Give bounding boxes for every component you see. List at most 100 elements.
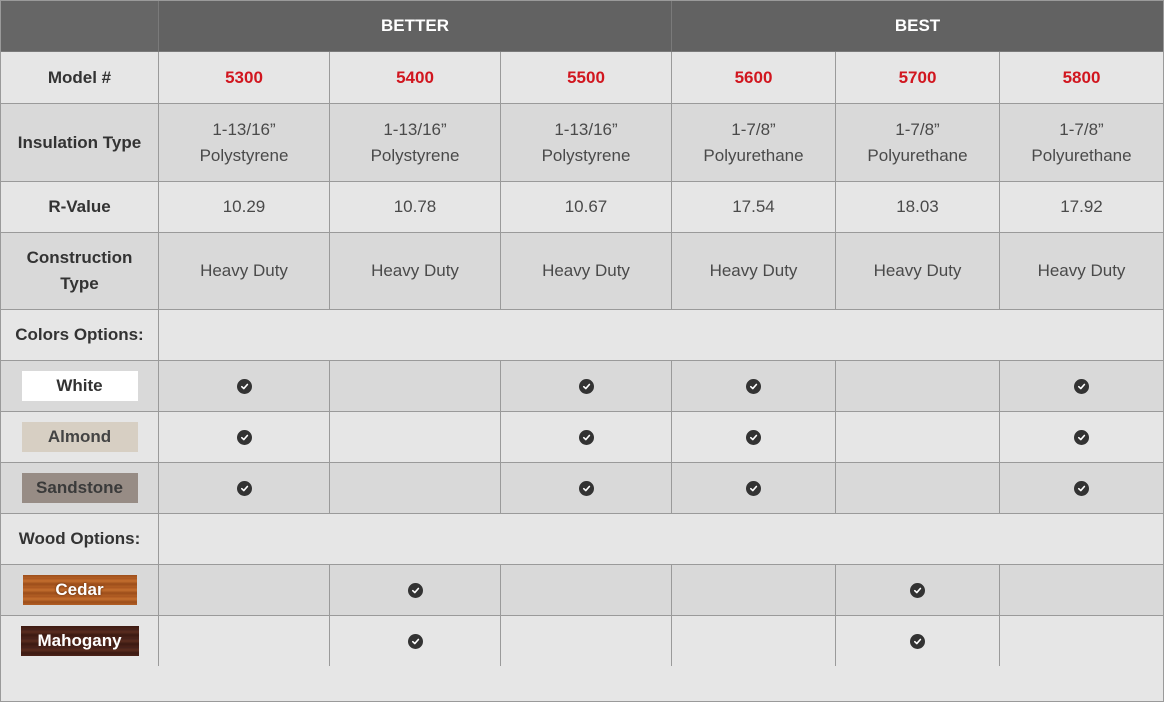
insulation-thickness: 1-7/8”	[731, 119, 776, 139]
availability-cell	[672, 463, 836, 514]
availability-cell	[159, 565, 330, 616]
model-5700: 5700	[836, 52, 1000, 104]
option-swatch-cell: Sandstone	[1, 463, 159, 514]
construction-cell: Heavy Duty	[159, 233, 330, 310]
rvalue-cell: 10.78	[330, 182, 501, 233]
tier-best: BEST	[672, 1, 1163, 52]
availability-cell	[672, 412, 836, 463]
insulation-material: Polyurethane	[1031, 145, 1132, 165]
rvalue-cell: 17.92	[1000, 182, 1163, 233]
construction-cell: Heavy Duty	[836, 233, 1000, 310]
construction-cell: Heavy Duty	[672, 233, 836, 310]
check-circle-icon	[1074, 378, 1089, 394]
check-circle-icon	[1074, 429, 1089, 445]
availability-cell	[330, 565, 501, 616]
model-5600: 5600	[672, 52, 836, 104]
availability-cell	[501, 463, 672, 514]
availability-cell	[836, 463, 1000, 514]
option-swatch: Almond	[21, 422, 138, 452]
insulation-thickness: 1-13/16”	[383, 119, 447, 139]
colors-section-label: Colors Options:	[1, 310, 159, 361]
insulation-material: Polystyrene	[541, 145, 631, 165]
option-swatch-cell: Mahogany	[1, 616, 159, 667]
check-circle-icon	[746, 429, 761, 445]
header-blank-cell	[1, 1, 159, 52]
wood-section-row: Wood Options:	[1, 514, 1163, 565]
check-circle-icon	[407, 582, 423, 598]
tier-better: BETTER	[159, 1, 672, 52]
check-circle-icon	[578, 480, 594, 496]
construction-cell: Heavy Duty	[1000, 233, 1163, 310]
model-5500: 5500	[501, 52, 672, 104]
insulation-cell: 1-13/16” Polystyrene	[501, 104, 672, 182]
rvalue-row: R-Value 10.29 10.78 10.67 17.54 18.03 17…	[1, 182, 1163, 233]
option-row: Cedar	[1, 565, 1163, 616]
insulation-thickness: 1-13/16”	[554, 119, 618, 139]
availability-cell	[330, 361, 501, 412]
insulation-cell: 1-7/8” Polyurethane	[836, 104, 1000, 182]
tier-header-row: BETTER BEST	[1, 1, 1163, 52]
construction-label-line1: Construction	[26, 248, 133, 267]
availability-cell	[501, 412, 672, 463]
construction-cell: Heavy Duty	[501, 233, 672, 310]
availability-cell	[836, 412, 1000, 463]
insulation-thickness: 1-7/8”	[1059, 119, 1104, 139]
availability-cell	[330, 616, 501, 667]
availability-cell	[330, 463, 501, 514]
availability-cell	[672, 565, 836, 616]
insulation-thickness: 1-13/16”	[212, 119, 276, 139]
model-5800: 5800	[1000, 52, 1163, 104]
availability-cell	[1000, 463, 1163, 514]
colors-section-row: Colors Options:	[1, 310, 1163, 361]
construction-label-line2: Type	[60, 274, 99, 293]
option-swatch-cell: White	[1, 361, 159, 412]
insulation-material: Polystyrene	[199, 145, 289, 165]
check-circle-icon	[236, 378, 252, 394]
check-circle-icon	[1074, 480, 1089, 496]
option-swatch: Cedar	[22, 575, 137, 605]
option-swatch: Sandstone	[21, 473, 138, 503]
rvalue-label: R-Value	[1, 182, 159, 233]
construction-label: Construction Type	[1, 233, 159, 310]
wood-section-spacer	[159, 514, 1163, 565]
availability-cell	[1000, 565, 1163, 616]
availability-cell	[159, 616, 330, 667]
insulation-material: Polyurethane	[703, 145, 804, 165]
check-circle-icon	[910, 582, 925, 598]
model-5300: 5300	[159, 52, 330, 104]
check-circle-icon	[746, 480, 761, 496]
insulation-cell: 1-13/16” Polystyrene	[330, 104, 501, 182]
availability-cell	[501, 616, 672, 667]
rvalue-cell: 17.54	[672, 182, 836, 233]
check-circle-icon	[407, 633, 423, 649]
option-row: White	[1, 361, 1163, 412]
availability-cell	[672, 361, 836, 412]
check-circle-icon	[746, 378, 761, 394]
model-5400: 5400	[330, 52, 501, 104]
insulation-cell: 1-7/8” Polyurethane	[672, 104, 836, 182]
availability-cell	[1000, 361, 1163, 412]
availability-cell	[330, 412, 501, 463]
insulation-material: Polyurethane	[867, 145, 968, 165]
wood-section-label: Wood Options:	[1, 514, 159, 565]
insulation-row: Insulation Type 1-13/16” Polystyrene 1-13…	[1, 104, 1163, 182]
availability-cell	[836, 361, 1000, 412]
check-circle-icon	[578, 429, 594, 445]
insulation-cell: 1-7/8” Polyurethane	[1000, 104, 1163, 182]
availability-cell	[836, 565, 1000, 616]
check-circle-icon	[578, 378, 594, 394]
availability-cell	[159, 361, 330, 412]
option-swatch: Mahogany	[20, 626, 139, 656]
construction-cell: Heavy Duty	[330, 233, 501, 310]
availability-cell	[1000, 616, 1163, 667]
check-circle-icon	[910, 633, 925, 649]
comparison-table: BETTER BEST Model # 5300 5400 5500 5600 …	[0, 0, 1164, 702]
table-footer	[1, 666, 1163, 701]
option-swatch-cell: Cedar	[1, 565, 159, 616]
rvalue-cell: 10.67	[501, 182, 672, 233]
rvalue-cell: 10.29	[159, 182, 330, 233]
check-circle-icon	[236, 429, 252, 445]
insulation-cell: 1-13/16” Polystyrene	[159, 104, 330, 182]
availability-cell	[672, 616, 836, 667]
check-circle-icon	[236, 480, 252, 496]
